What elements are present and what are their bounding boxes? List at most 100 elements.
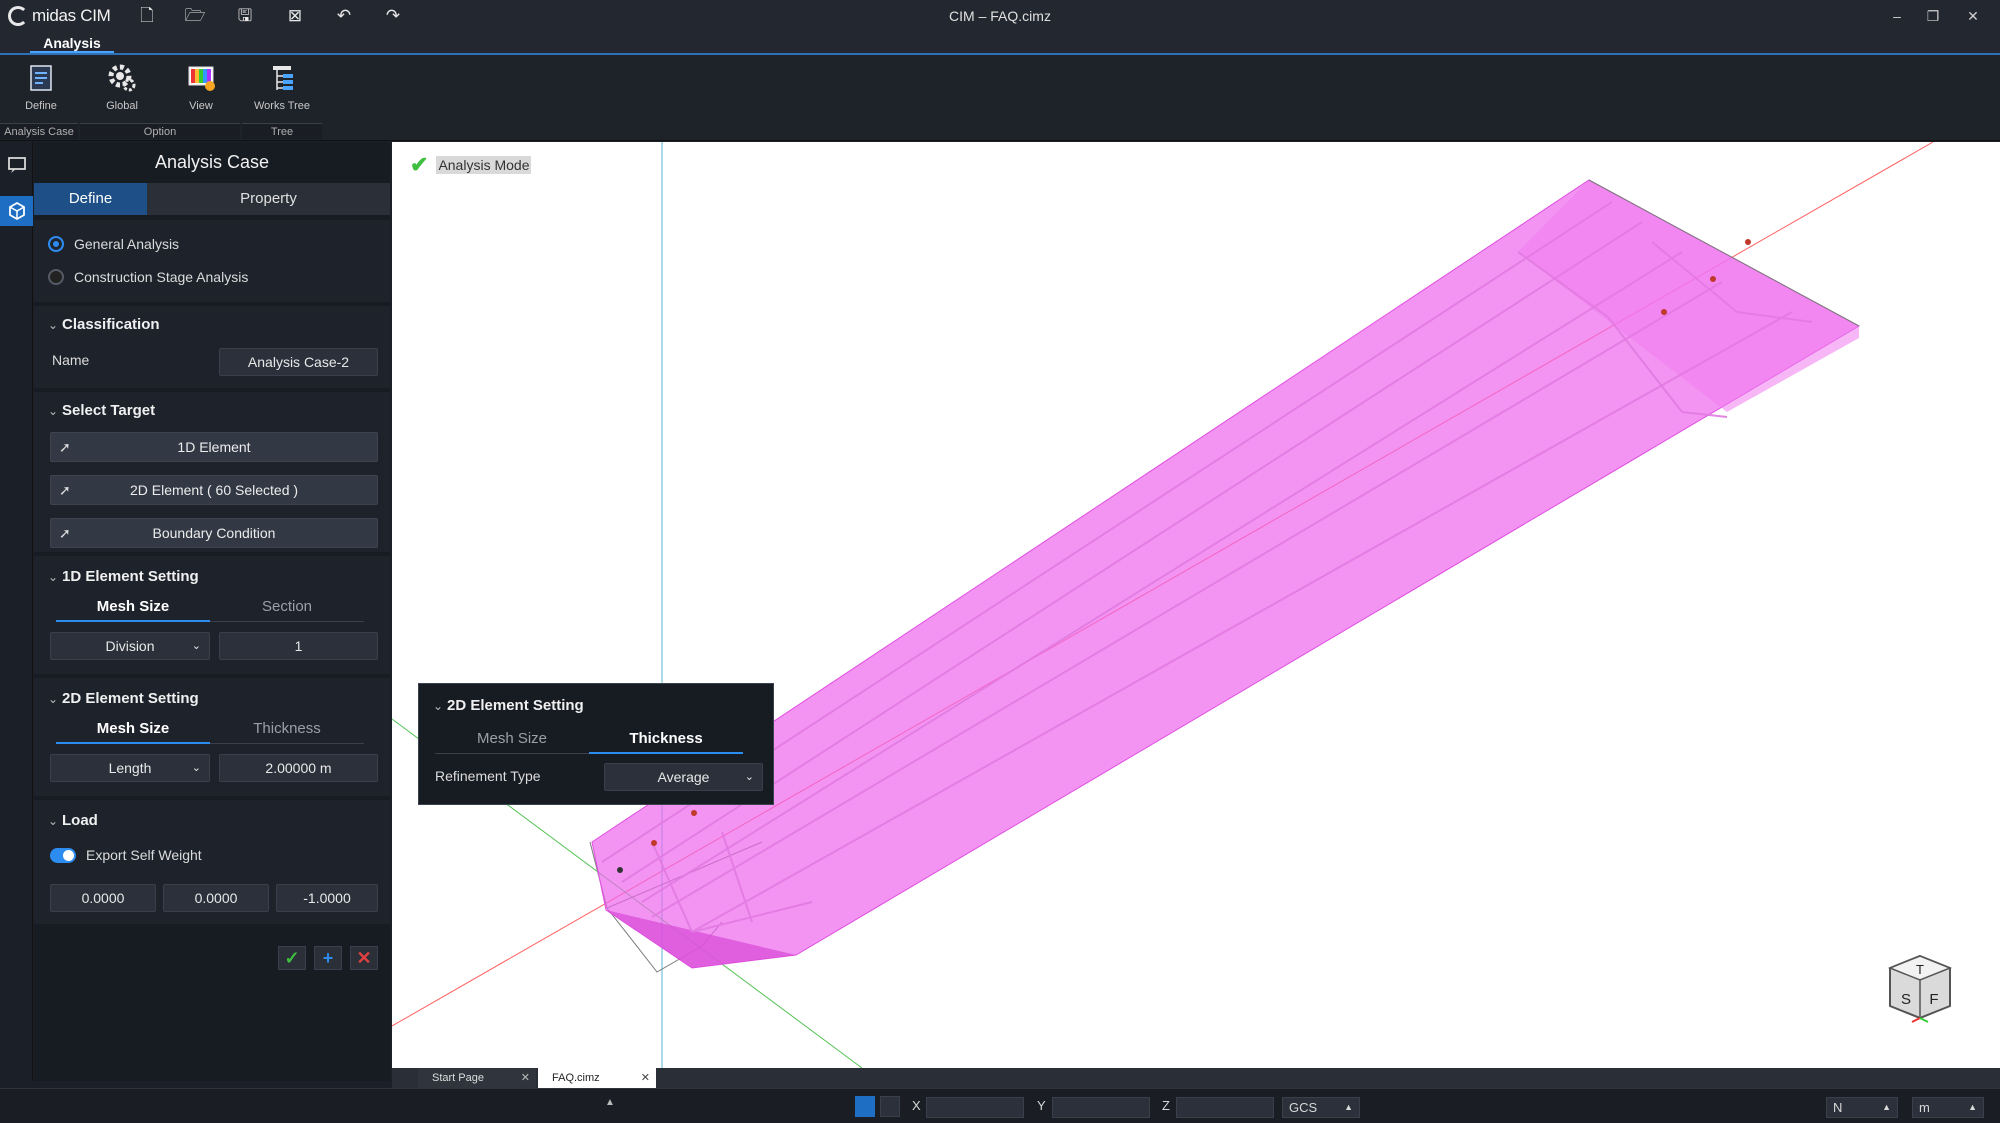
export-self-weight-label: Export Self Weight [86,847,202,863]
bridge-girder-model [591,179,1861,969]
load-header[interactable]: ⌄ Load [48,812,98,829]
select-2d-element-button[interactable]: ➚ 2D Element ( 60 Selected ) [50,475,378,505]
analysis-case-icon[interactable] [0,196,33,226]
panel-title: Analysis Case [154,152,270,172]
length-unit-select[interactable]: m ▲ [1912,1097,1984,1118]
snap-icon[interactable] [855,1096,875,1117]
x-label: X [912,1098,921,1113]
chevron-down-icon: ⌄ [191,762,201,774]
app-brand: midas CIM [32,6,111,25]
force-unit-select[interactable]: N ▲ [1826,1097,1898,1118]
ribbon-tab-bar: Analysis [0,31,2000,55]
load-y-field[interactable]: 0.0000 [163,884,269,912]
add-button[interactable]: + [314,946,342,970]
tab-define[interactable]: Define [34,183,147,215]
popup-tab-mesh-size[interactable]: Mesh Size [435,726,589,754]
radio-general-analysis[interactable] [48,236,64,252]
group-option: Option [80,123,240,139]
close-icon[interactable]: ✕ [1958,5,1988,27]
redo-icon[interactable]: ↷ [382,5,404,27]
plus-icon: + [322,948,334,968]
ribbon-tab-analysis[interactable]: Analysis [30,31,114,53]
view-settings-icon [188,66,215,91]
export-self-weight-toggle[interactable] [50,848,76,863]
popup-header[interactable]: ⌄ 2D Element Setting [433,697,584,714]
gear-icon [108,64,136,92]
left-icon-strip [0,142,33,1081]
y-coordinate-field[interactable] [1052,1097,1150,1118]
works-tree-button[interactable]: Works Tree [249,61,315,121]
2d-element-setting-header[interactable]: ⌄ 2D Element Setting [48,690,199,707]
2d-element-setting-section: ⌄ 2D Element Setting Mesh Size Thickness … [34,678,390,796]
model-canvas[interactable]: T S F [392,142,2000,1068]
name-field[interactable]: Analysis Case-2 [219,348,378,376]
refinement-type-label: Refinement Type [435,768,541,784]
open-folder-icon[interactable]: 🗁 [184,5,206,27]
document-tab-bar: Start Page ✕ FAQ.cimz ✕ [392,1068,2000,1088]
close-icon[interactable]: ✕ [641,1068,650,1088]
analysis-mode-indicator: ✔ Analysis Mode [410,152,532,177]
define-icon [30,65,52,91]
doc-tab-start-page[interactable]: Start Page ✕ [418,1068,536,1088]
chevron-down-icon: ⌄ [744,771,754,783]
2d-tab-mesh-size[interactable]: Mesh Size [56,716,210,744]
x-coordinate-field[interactable] [926,1097,1024,1118]
construction-stage-label: Construction Stage Analysis [74,269,249,285]
save-icon[interactable]: 🖫 [234,5,256,27]
confirm-button[interactable]: ✓ [278,946,306,970]
tab-property[interactable]: Property [147,183,390,215]
load-z-field[interactable]: -1.0000 [276,884,378,912]
chevron-down-icon: ⌄ [48,814,59,828]
view-button[interactable]: View [168,61,234,121]
cursor-icon: ➚ [59,525,71,541]
refinement-type-select[interactable]: Average ⌄ [604,763,763,791]
analysis-type-section: General Analysis Construction Stage Anal… [34,220,390,302]
status-bar: ▲ X Y Z GCS ▲ N ▲ m ▲ [0,1088,2000,1123]
1d-method-select[interactable]: Division ⌄ [50,632,210,660]
minimize-icon[interactable]: – [1882,5,1912,27]
undo-icon[interactable]: ↶ [333,5,355,27]
cursor-icon: ➚ [59,482,71,498]
cancel-button[interactable]: ✕ [350,946,378,970]
2d-value-field[interactable]: 2.00000 m [219,754,378,782]
3d-viewport[interactable]: T S F ✔ Analysis Mode [392,142,2000,1068]
comment-icon[interactable] [7,156,27,174]
general-analysis-label: General Analysis [74,236,180,252]
close-icon[interactable]: ✕ [521,1068,530,1088]
1d-value-field[interactable]: 1 [219,632,378,660]
chevron-down-icon: ⌄ [48,404,59,418]
popup-tab-thickness[interactable]: Thickness [589,726,743,754]
1d-tab-section[interactable]: Section [210,594,364,622]
global-button[interactable]: Global [89,61,155,121]
group-tree: Tree [242,123,322,139]
2d-method-select[interactable]: Length ⌄ [50,754,210,782]
z-coordinate-field[interactable] [1176,1097,1274,1118]
caret-up-icon: ▲ [1344,1102,1353,1112]
2d-tab-thickness[interactable]: Thickness [210,716,364,744]
define-label: Define [25,100,57,112]
radio-construction-stage[interactable] [48,269,64,285]
select-target-header[interactable]: ⌄ Select Target [48,402,155,419]
classification-header[interactable]: ⌄ Classification [48,316,160,333]
define-button[interactable]: Define [8,61,74,121]
select-1d-element-button[interactable]: ➚ 1D Element [50,432,378,462]
caret-up-icon[interactable]: ▲ [605,1097,615,1108]
angle-icon[interactable] [880,1096,900,1117]
view-cube[interactable]: T S F [1887,954,1953,1023]
z-label: Z [1162,1098,1170,1113]
select-boundary-condition-button[interactable]: ➚ Boundary Condition [50,518,378,548]
ribbon: Define Global View Works Tree Analysis C… [0,55,2000,141]
1d-element-setting-section: ⌄ 1D Element Setting Mesh Size Section Di… [34,556,390,674]
1d-element-setting-header[interactable]: ⌄ 1D Element Setting [48,568,199,585]
doc-tab-faq[interactable]: FAQ.cimz ✕ [538,1068,656,1088]
new-file-icon[interactable]: 🗋 [136,5,158,27]
analysis-case-panel: Analysis Case Define Property General An… [34,142,390,1081]
restore-icon[interactable]: ❐ [1918,5,1948,27]
close-file-icon[interactable]: ⊠ [284,5,306,27]
chevron-down-icon: ⌄ [433,699,444,713]
load-x-field[interactable]: 0.0000 [50,884,156,912]
app-logo: midas CIM [8,5,111,27]
coordinate-system-select[interactable]: GCS ▲ [1282,1097,1360,1118]
window-title: CIM – FAQ.cimz [949,8,1051,24]
1d-tab-mesh-size[interactable]: Mesh Size [56,594,210,622]
